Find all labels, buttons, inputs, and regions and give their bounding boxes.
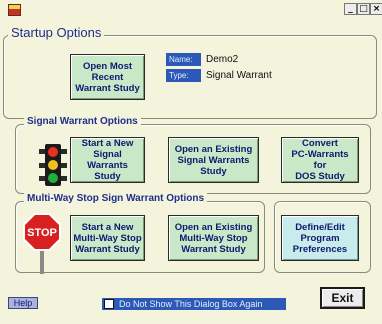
open-existing-signal-study-label: Open an Existing Signal Warrants Study	[174, 143, 253, 177]
type-label: Type:	[166, 69, 201, 82]
startup-options-title: Startup Options	[8, 25, 105, 40]
dont-show-again-checkbox[interactable]	[104, 299, 114, 309]
convert-pc-warrants-label: Convert PC-Warrants for DOS Study	[291, 138, 349, 182]
close-button[interactable]: ×	[370, 3, 382, 15]
maximize-button[interactable]: □	[357, 3, 370, 15]
title-bar: _ □ ×	[0, 0, 382, 18]
name-label: Name:	[166, 53, 201, 66]
traffic-light-icon	[39, 144, 67, 186]
exit-button[interactable]: Exit	[320, 287, 365, 309]
define-edit-preferences-button[interactable]: Define/Edit Program Preferences	[281, 215, 359, 261]
start-new-signal-study-button[interactable]: Start a New Signal Warrants Study	[70, 137, 145, 183]
open-existing-multiway-study-button[interactable]: Open an Existing Multi-Way Stop Warrant …	[168, 215, 259, 261]
app-icon	[8, 4, 21, 16]
recent-study-info: Name: Demo2 Type: Signal Warrant	[166, 53, 272, 83]
help-button[interactable]: Help	[8, 297, 38, 309]
start-new-signal-study-label: Start a New Signal Warrants Study	[81, 138, 134, 182]
signal-warrant-options-title: Signal Warrant Options	[24, 116, 141, 127]
minimize-button[interactable]: _	[344, 3, 357, 15]
dont-show-again-label: Do Not Show This Dialog Box Again	[119, 299, 263, 309]
type-value: Signal Warrant	[206, 70, 272, 81]
open-existing-multiway-study-label: Open an Existing Multi-Way Stop Warrant …	[174, 221, 253, 255]
start-new-multiway-study-button[interactable]: Start a New Multi-Way Stop Warrant Study	[70, 215, 145, 261]
open-existing-signal-study-button[interactable]: Open an Existing Signal Warrants Study	[168, 137, 259, 183]
stop-sign-icon: STOP	[23, 213, 61, 274]
convert-pc-warrants-button[interactable]: Convert PC-Warrants for DOS Study	[281, 137, 359, 183]
dont-show-again-row[interactable]: Do Not Show This Dialog Box Again	[102, 298, 286, 310]
stop-sign-text: STOP	[27, 227, 57, 239]
define-edit-preferences-label: Define/Edit Program Preferences	[292, 221, 348, 255]
open-most-recent-label: Open Most Recent Warrant Study	[75, 60, 140, 94]
start-new-multiway-study-label: Start a New Multi-Way Stop Warrant Study	[73, 221, 142, 255]
open-most-recent-button[interactable]: Open Most Recent Warrant Study	[70, 54, 145, 100]
name-value: Demo2	[206, 54, 239, 65]
multiway-stop-options-title: Multi-Way Stop Sign Warrant Options	[24, 193, 208, 204]
